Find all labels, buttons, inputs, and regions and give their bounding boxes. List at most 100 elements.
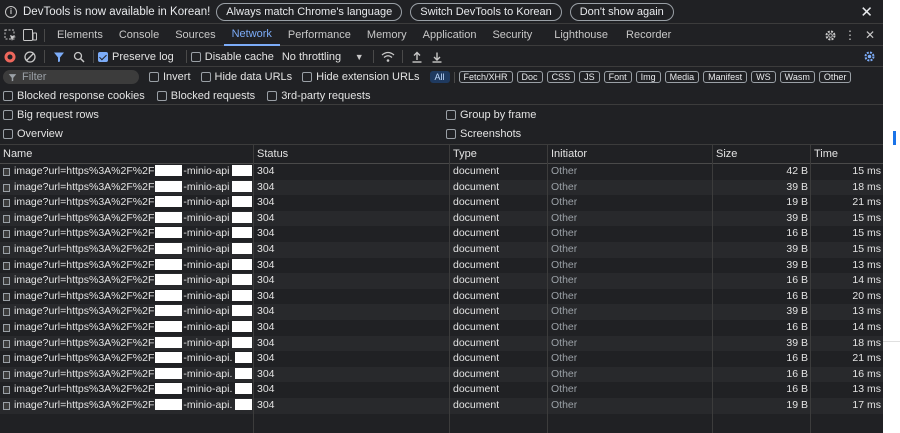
type-filter-css[interactable]: CSS — [546, 71, 576, 83]
column-header-initiator[interactable]: Initiator — [548, 145, 587, 164]
table-row[interactable]: image?url=https%3A%2F%2F -minio-api 304 doc… — [0, 179, 883, 196]
tab-memory[interactable]: Memory — [359, 25, 415, 46]
table-row[interactable]: image?url=https%3A%2F%2F -minio-api 304 doc… — [0, 164, 883, 180]
tab-sources[interactable]: Sources — [167, 25, 223, 46]
column-header-size[interactable]: Size — [713, 145, 737, 164]
column-divider[interactable] — [810, 145, 811, 433]
column-divider[interactable] — [712, 145, 713, 433]
request-name[interactable]: image?url=https%3A%2F%2F -minio-api — [14, 304, 252, 320]
tab-lighthouse[interactable]: Lighthouse — [540, 25, 616, 46]
table-row[interactable]: image?url=https%3A%2F%2F -minio-api 304 doc… — [0, 241, 883, 258]
export-har-icon[interactable] — [427, 47, 447, 67]
request-name[interactable]: image?url=https%3A%2F%2F -minio-api — [14, 289, 252, 305]
overview-toggle[interactable]: Overview — [3, 128, 63, 140]
request-name[interactable]: image?url=https%3A%2F%2F -minio-api — [14, 211, 252, 227]
tab-recorder[interactable]: Recorder — [616, 25, 679, 46]
tab-security[interactable]: Security — [484, 25, 540, 46]
type-filter-font[interactable]: Font — [603, 71, 632, 83]
request-name[interactable]: image?url=https%3A%2F%2F -minio-api. — [14, 367, 252, 383]
request-name[interactable]: image?url=https%3A%2F%2F -minio-api — [14, 320, 252, 336]
import-har-icon[interactable] — [407, 47, 427, 67]
more-options-icon[interactable]: ⋮ — [840, 25, 860, 45]
column-header-time[interactable]: Time — [811, 145, 838, 164]
request-name[interactable]: image?url=https%3A%2F%2F -minio-api. — [14, 398, 252, 414]
table-row[interactable]: image?url=https%3A%2F%2F -minio-api 304 doc… — [0, 304, 883, 320]
column-divider[interactable] — [449, 145, 450, 433]
type-filter-all[interactable]: All — [429, 71, 450, 83]
search-icon[interactable] — [69, 47, 89, 67]
clear-icon[interactable] — [20, 47, 40, 67]
group-by-frame-checkbox[interactable] — [446, 110, 456, 120]
dont-show-again-button[interactable]: Don't show again — [569, 2, 674, 21]
preserve-log-toggle[interactable]: Preserve log — [98, 51, 174, 63]
tab-network[interactable]: Network — [223, 25, 280, 46]
tab-performance[interactable]: Performance — [280, 25, 359, 46]
request-name[interactable]: image?url=https%3A%2F%2F -minio-api — [14, 258, 252, 274]
device-toolbar-icon[interactable] — [20, 25, 40, 45]
switch-korean-button[interactable]: Switch DevTools to Korean — [410, 2, 562, 21]
table-row[interactable]: image?url=https%3A%2F%2F -minio-api. 304 do… — [0, 351, 883, 367]
request-name[interactable]: image?url=https%3A%2F%2F -minio-api — [14, 195, 252, 211]
filter-funnel-icon[interactable] — [49, 47, 69, 67]
table-row[interactable]: image?url=https%3A%2F%2F -minio-api 304 doc… — [0, 210, 883, 227]
hide-data-urls-checkbox[interactable] — [200, 72, 211, 82]
type-filter-img[interactable]: Img — [635, 71, 661, 83]
request-name[interactable]: image?url=https%3A%2F%2F -minio-api — [14, 164, 252, 180]
table-row[interactable]: image?url=https%3A%2F%2F -minio-api 304 doc… — [0, 335, 883, 352]
type-filter-ws[interactable]: WS — [751, 71, 776, 83]
invert-toggle[interactable]: Invert — [149, 71, 191, 83]
blocked-cookies-toggle[interactable]: Blocked response cookies — [3, 90, 145, 102]
type-filter-manifest[interactable]: Manifest — [703, 71, 748, 83]
type-filter-doc[interactable]: Doc — [516, 71, 543, 83]
table-row[interactable]: image?url=https%3A%2F%2F -minio-api. 304 do… — [0, 366, 883, 383]
filter-input[interactable]: Filter — [3, 70, 139, 84]
throttling-select[interactable]: No throttling — [282, 51, 341, 63]
type-filter-js[interactable]: JS — [579, 71, 600, 83]
table-row[interactable]: image?url=https%3A%2F%2F -minio-api 304 doc… — [0, 226, 883, 242]
blocked-requests-checkbox[interactable] — [156, 90, 167, 101]
screenshots-checkbox[interactable] — [446, 129, 456, 139]
group-by-frame-toggle[interactable]: Group by frame — [446, 109, 536, 121]
column-divider[interactable] — [547, 145, 548, 433]
table-row[interactable]: image?url=https%3A%2F%2F -minio-api 304 doc… — [0, 257, 883, 274]
request-name[interactable]: image?url=https%3A%2F%2F -minio-api. — [14, 382, 252, 398]
request-name[interactable]: image?url=https%3A%2F%2F -minio-api — [14, 226, 252, 242]
type-filter-fetch-xhr[interactable]: Fetch/XHR — [458, 71, 513, 83]
table-row[interactable]: image?url=https%3A%2F%2F -minio-api 304 doc… — [0, 273, 883, 289]
match-language-button[interactable]: Always match Chrome's language — [216, 2, 403, 21]
tab-application[interactable]: Application — [415, 25, 485, 46]
blocked-requests-toggle[interactable]: Blocked requests — [156, 90, 255, 102]
table-row[interactable]: image?url=https%3A%2F%2F -minio-api 304 doc… — [0, 288, 883, 305]
preserve-log-checkbox[interactable] — [98, 51, 108, 62]
column-header-type[interactable]: Type — [450, 145, 477, 164]
settings-gear-icon[interactable] — [820, 25, 840, 45]
hide-extension-urls-checkbox[interactable] — [302, 72, 313, 82]
request-name[interactable]: image?url=https%3A%2F%2F -minio-api — [14, 336, 252, 352]
column-header-status[interactable]: Status — [254, 145, 288, 164]
tab-console[interactable]: Console — [111, 25, 167, 46]
request-name[interactable]: image?url=https%3A%2F%2F -minio-api — [14, 273, 252, 289]
third-party-checkbox[interactable] — [267, 90, 278, 101]
third-party-toggle[interactable]: 3rd-party requests — [267, 90, 370, 102]
column-divider[interactable] — [253, 145, 254, 433]
infobar-close-icon[interactable]: ✕ — [860, 3, 873, 21]
screenshots-toggle[interactable]: Screenshots — [446, 128, 521, 140]
record-icon[interactable] — [0, 47, 20, 67]
request-name[interactable]: image?url=https%3A%2F%2F -minio-api — [14, 180, 252, 196]
network-settings-gear-icon[interactable] — [859, 47, 879, 67]
hide-data-urls-toggle[interactable]: Hide data URLs — [200, 71, 292, 83]
type-filter-wasm[interactable]: Wasm — [779, 71, 815, 83]
tab-elements[interactable]: Elements — [49, 25, 111, 46]
big-request-rows-checkbox[interactable] — [3, 110, 13, 120]
overview-checkbox[interactable] — [3, 129, 13, 139]
request-name[interactable]: image?url=https%3A%2F%2F -minio-api. — [14, 351, 252, 367]
type-filter-media[interactable]: Media — [664, 71, 700, 83]
inspect-element-icon[interactable] — [0, 25, 20, 45]
disable-cache-toggle[interactable]: Disable cache — [190, 51, 274, 63]
request-name[interactable]: image?url=https%3A%2F%2F -minio-api — [14, 242, 252, 258]
type-filter-other[interactable]: Other — [818, 71, 852, 83]
blocked-cookies-checkbox[interactable] — [3, 90, 13, 101]
chevron-down-icon[interactable]: ▼ — [349, 47, 369, 67]
close-devtools-icon[interactable]: ✕ — [860, 25, 880, 45]
column-header-name[interactable]: Name — [0, 145, 32, 164]
